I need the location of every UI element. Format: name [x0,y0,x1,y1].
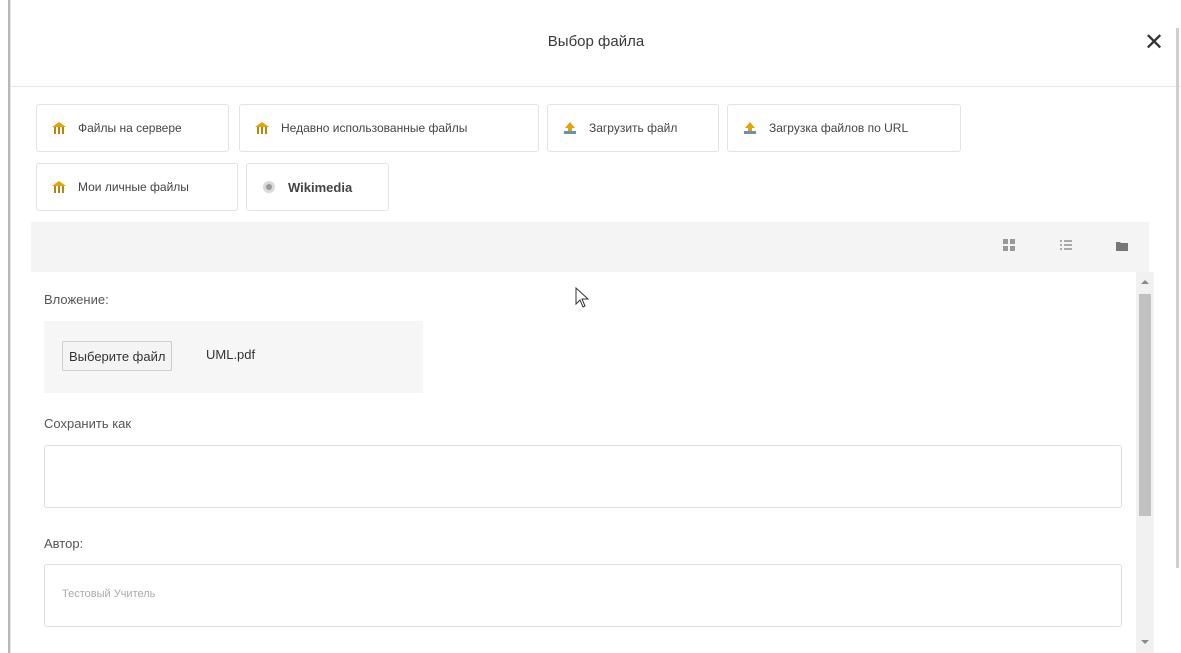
repo-label: Загрузка файлов по URL [769,121,909,135]
repo-label: Файлы на сервере [78,121,182,135]
repo-label: Недавно использованные файлы [281,121,468,135]
author-placeholder: Тестовый Учитель [62,588,156,600]
dialog-header: Выбор файла ✕ [11,0,1181,87]
icons-view-icon [1003,238,1015,256]
save-as-field[interactable] [44,445,1122,508]
form-scrollbar[interactable] [1136,272,1154,653]
repo-label: Загрузить файл [589,121,678,135]
right-border [1176,28,1179,568]
file-picker-dialog: Выбор файла ✕ Файлы на сервере Недавно и… [0,0,1181,653]
repo-url-download-button[interactable]: Загрузка файлов по URL [727,104,961,152]
scrollbar-thumb[interactable] [1139,294,1151,516]
chosen-file-name: UML.pdf [206,347,256,362]
scroll-down-arrow-icon[interactable] [1141,640,1149,644]
recent-files-icon [254,121,270,135]
upload-icon [562,121,578,135]
private-files-icon [51,180,67,194]
icons-view-button[interactable] [989,230,1029,264]
close-icon: ✕ [1143,29,1165,56]
repo-server-files-button[interactable]: Файлы на сервере [36,104,229,152]
repo-recent-files-button[interactable]: Недавно использованные файлы [239,104,539,152]
author-label: Автор: [44,536,84,551]
file-view-toolbar [31,222,1149,272]
url-download-icon [742,121,758,135]
list-view-button[interactable] [1046,230,1086,264]
repo-private-files-button[interactable]: Мои личные файлы [36,163,238,211]
left-border-shadow [10,0,11,653]
folder-icon [1116,238,1128,256]
repo-label: Мои личные файлы [78,180,189,194]
server-files-icon [51,121,67,135]
attachment-label: Вложение: [44,292,109,307]
tree-view-button[interactable] [1102,230,1142,264]
save-as-label: Сохранить как [44,416,132,431]
close-button[interactable]: ✕ [1141,30,1167,56]
attachment-file-area: Выберите файл UML.pdf [44,321,423,393]
repo-upload-button[interactable]: Загрузить файл [547,104,719,152]
author-field[interactable]: Тестовый Учитель [44,564,1122,627]
dialog-title: Выбор файла [547,33,645,50]
list-view-icon [1060,238,1072,256]
scroll-up-arrow-icon[interactable] [1141,280,1149,284]
choose-file-button[interactable]: Выберите файл [62,341,173,371]
mouse-cursor-icon [575,286,591,314]
repo-wikimedia-button[interactable]: Wikimedia [246,163,389,211]
wikimedia-icon [261,180,277,194]
repo-label: Wikimedia [288,179,353,195]
